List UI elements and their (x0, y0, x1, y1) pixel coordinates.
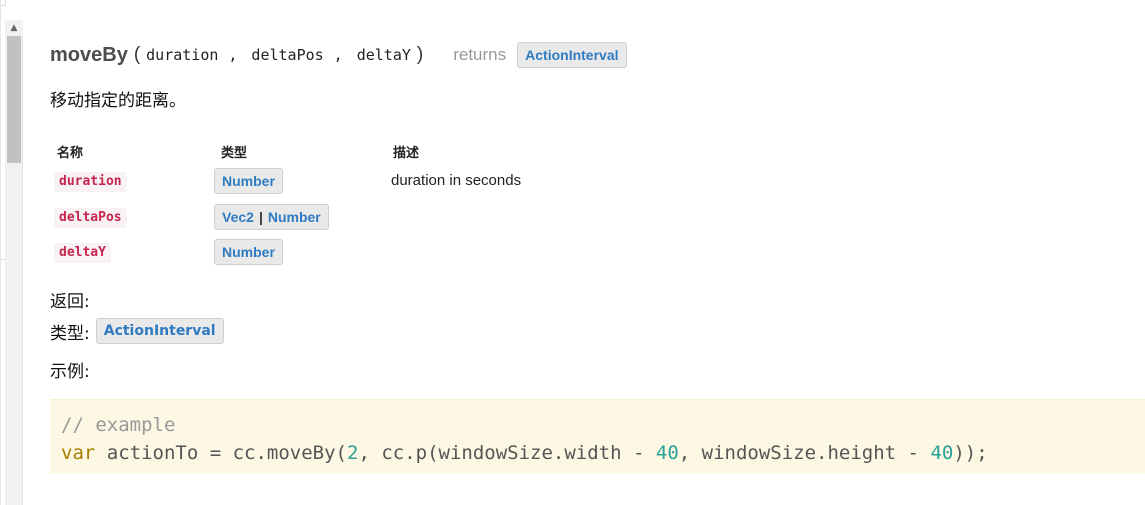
param-description-duration: duration in seconds (391, 172, 522, 189)
doc-page: ▲ moveBy ( duration , deltaPos , deltaY … (0, 0, 1145, 505)
signature-comma: , (228, 46, 238, 64)
signature-comma: , (333, 46, 343, 64)
left-border (0, 0, 1, 505)
example-code-block: // example var actionTo = cc.moveBy(2, c… (50, 399, 1145, 474)
method-description: 移动指定的距离。 (50, 91, 186, 111)
returns-type-row: 类型: ActionInterval (50, 318, 224, 344)
code-number: 40 (930, 442, 954, 464)
param-name-deltay: deltaY (54, 243, 111, 263)
returns-type-label: 类型: (50, 323, 90, 344)
param-name-deltapos: deltaPos (54, 208, 127, 228)
param-header-type: 类型 (221, 146, 248, 161)
code-text: , windowSize.height - (678, 442, 931, 464)
method-name: moveBy (50, 43, 128, 66)
open-paren: ( (133, 44, 141, 65)
code-comment: // example (61, 414, 176, 436)
code-text: )); (953, 442, 988, 464)
corner-divider (0, 0, 6, 6)
signature-param-duration: duration (146, 46, 219, 64)
type-separator: | (258, 209, 263, 225)
param-type-number-link[interactable]: Number (268, 209, 321, 225)
returns-type-link[interactable]: ActionInterval (95, 318, 224, 344)
returns-heading: 返回: (50, 292, 90, 312)
code-keyword: var (61, 442, 96, 464)
param-type-number-link[interactable]: Number (214, 168, 283, 194)
scroll-up-arrow-icon[interactable]: ▲ (5, 20, 23, 36)
param-name-duration: duration (54, 172, 127, 192)
returns-label: returns (453, 45, 507, 64)
param-header-name: 名称 (57, 146, 84, 161)
signature-param-deltapos: deltaPos (251, 46, 324, 64)
param-header-description: 描述 (393, 146, 420, 161)
example-heading: 示例: (50, 362, 90, 382)
code-text: , cc.p(windowSize.width - (358, 442, 656, 464)
param-type-vec2-link[interactable]: Vec2 (222, 209, 254, 225)
code-number: 40 (655, 442, 679, 464)
signature-param-deltay: deltaY (356, 46, 411, 64)
param-type-union: Vec2 | Number (214, 204, 329, 230)
code-number: 2 (347, 442, 359, 464)
return-type-link[interactable]: ActionInterval (517, 42, 627, 68)
param-type-number-link[interactable]: Number (214, 239, 283, 265)
close-paren: ) (416, 44, 424, 65)
vertical-scrollbar-thumb[interactable] (7, 36, 21, 163)
method-signature: moveBy ( duration , deltaPos , deltaY ) … (50, 40, 627, 70)
code-text: actionTo = cc.moveBy( (95, 442, 347, 464)
